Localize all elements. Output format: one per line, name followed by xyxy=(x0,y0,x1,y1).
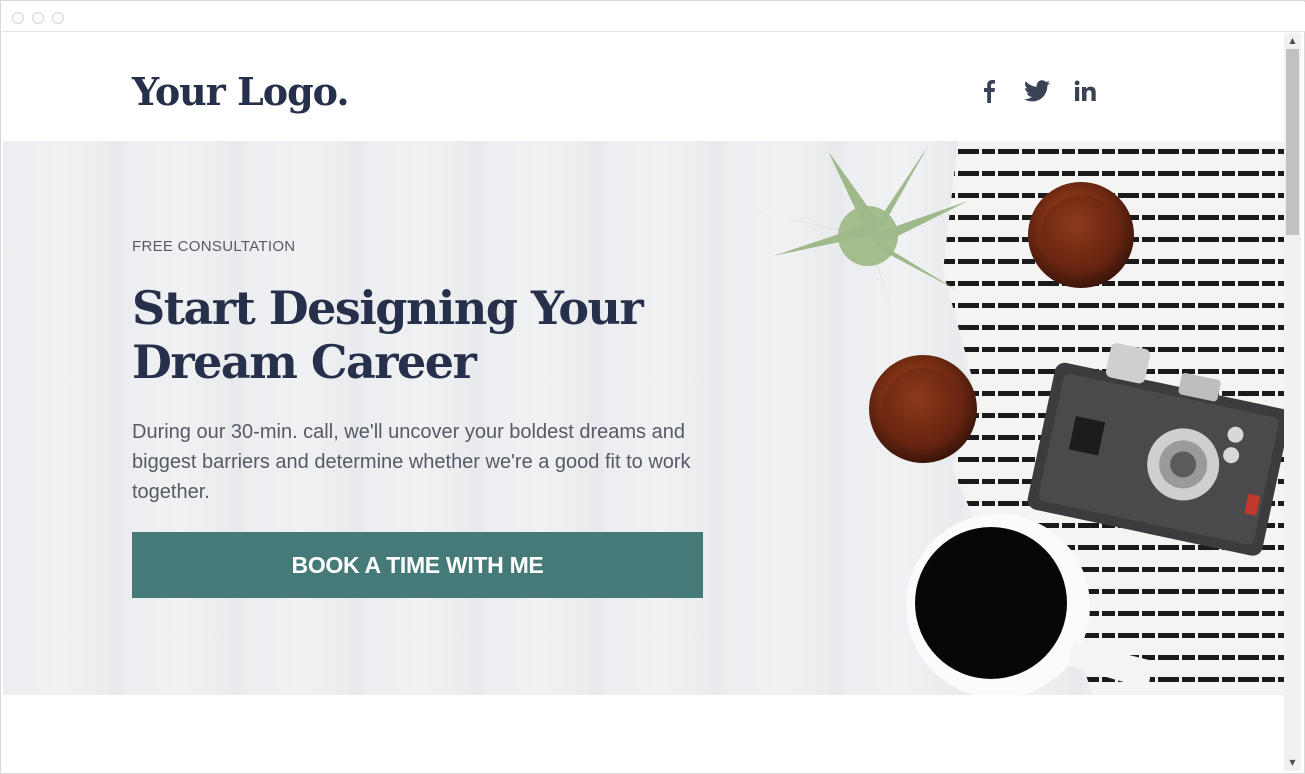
window-minimize-dot[interactable] xyxy=(32,12,44,24)
facebook-icon xyxy=(984,80,995,103)
hero-eyebrow: FREE CONSULTATION xyxy=(132,238,296,255)
succulent-plant xyxy=(753,146,968,316)
vertical-scrollbar[interactable]: ▲ ▼ xyxy=(1284,33,1301,771)
window-close-dot[interactable] xyxy=(12,12,24,24)
window-maximize-dot[interactable] xyxy=(52,12,64,24)
twitter-icon xyxy=(1024,80,1050,102)
linkedin-icon xyxy=(1074,80,1096,101)
hero-headline: Start Designing Your Dream Career xyxy=(132,281,644,389)
window-titlebar xyxy=(2,2,1305,32)
facebook-link[interactable] xyxy=(975,77,1003,105)
desk-flatlay-photo xyxy=(753,141,1284,695)
linkedin-link[interactable] xyxy=(1071,77,1099,105)
book-time-button[interactable]: BOOK A TIME WITH ME xyxy=(132,532,703,598)
hero-section: FREE CONSULTATION Start Designing Your D… xyxy=(3,141,1284,695)
twitter-link[interactable] xyxy=(1023,77,1051,105)
scroll-down-arrow-icon[interactable]: ▼ xyxy=(1284,755,1301,771)
page-viewport: Your Logo. FREE CONSULTATION Start Desig… xyxy=(3,33,1284,771)
browser-window: Your Logo. FREE CONSULTATION Start Desig… xyxy=(0,0,1305,774)
site-logo[interactable]: Your Logo. xyxy=(132,69,350,114)
hero-description: During our 30-min. call, we'll uncover y… xyxy=(132,421,691,503)
scroll-thumb[interactable] xyxy=(1286,49,1299,235)
scroll-up-arrow-icon[interactable]: ▲ xyxy=(1284,33,1301,49)
site-header: Your Logo. xyxy=(3,33,1284,141)
below-fold-area xyxy=(3,695,1284,771)
